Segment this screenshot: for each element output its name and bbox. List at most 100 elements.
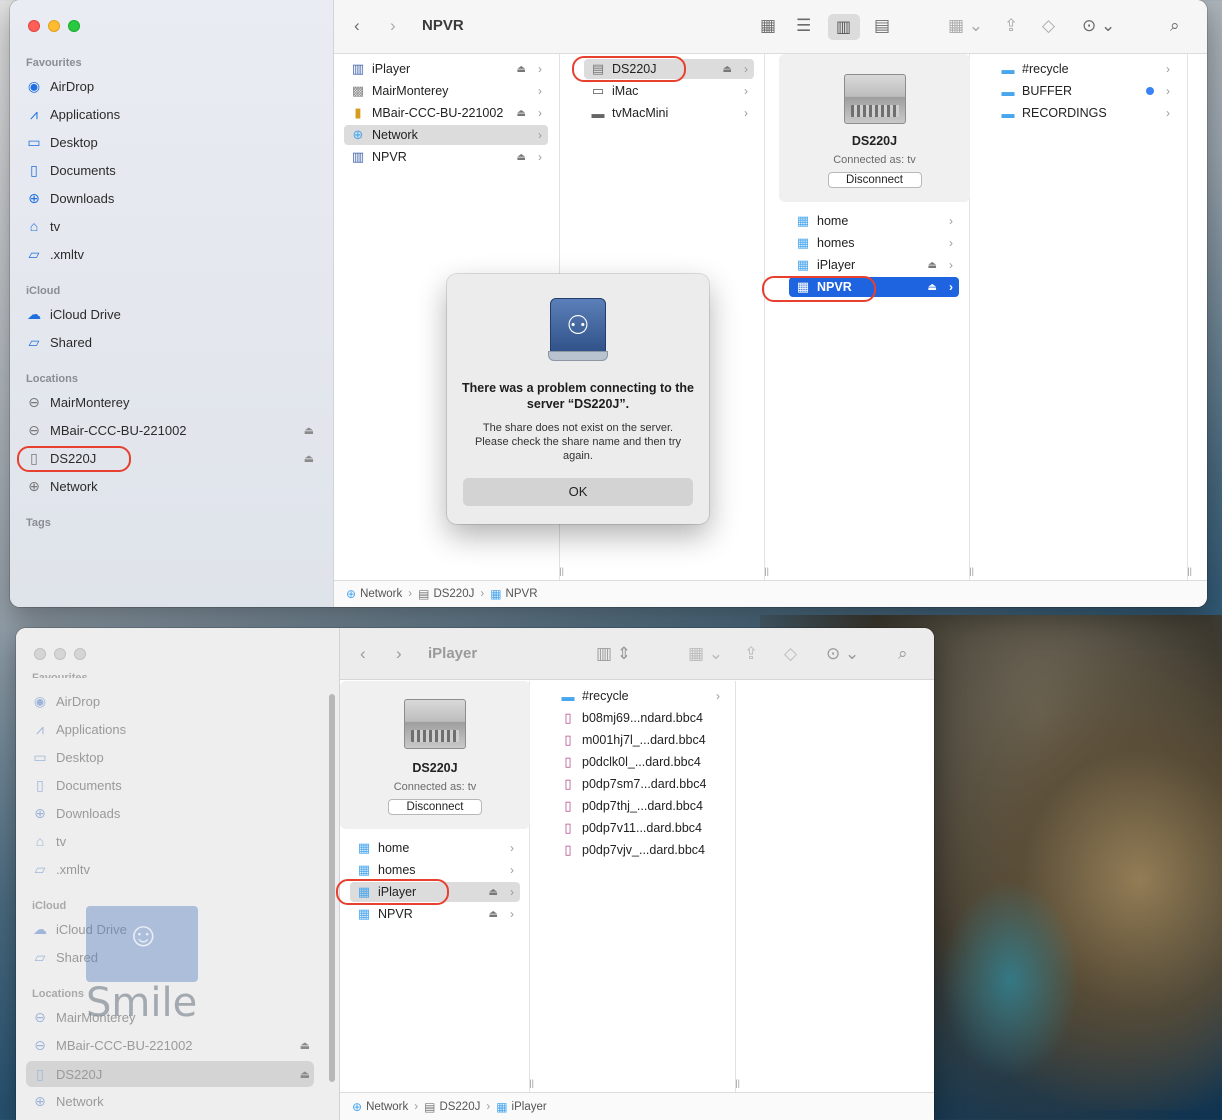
sidebar-item-mbair[interactable]: ⊖ MBair-CCC-BU-221002 ⏏ <box>32 1033 324 1057</box>
list-item-mbair[interactable]: ▮ MBair-CCC-BU-221002 ⏏ › <box>344 103 548 123</box>
minimize-button[interactable] <box>54 648 66 660</box>
search-icon[interactable]: ⌕ <box>898 644 908 664</box>
eject-icon[interactable]: ⏏ <box>304 424 314 437</box>
list-item-iplayer[interactable]: ▦ iPlayer ⏏ › <box>789 255 959 275</box>
list-item-imac[interactable]: ▭ iMac › <box>584 81 754 101</box>
column-view-button[interactable]: ▥ <box>828 14 860 40</box>
eject-icon[interactable]: ⏏ <box>517 108 526 119</box>
list-item-file[interactable]: ▯ b08mj69...ndard.bbc4 <box>554 708 726 728</box>
sidebar-item-network[interactable]: ⊕ Network <box>32 1089 324 1113</box>
list-item-file[interactable]: ▯ p0dp7vjv_...dard.bbc4 <box>554 840 726 860</box>
eject-icon[interactable]: ⏏ <box>489 887 498 898</box>
list-item-file[interactable]: ▯ m001hj7l_...dard.bbc4 <box>554 730 726 750</box>
sidebar-item-tv[interactable]: ⌂ tv <box>26 214 318 238</box>
sidebar-item-shared[interactable]: ▱ Shared <box>26 330 318 354</box>
eject-icon[interactable]: ⏏ <box>723 64 732 75</box>
sidebar-item-xmltv[interactable]: ▱ .xmltv <box>32 857 324 881</box>
path-segment[interactable]: Network <box>366 1101 408 1113</box>
sidebar-item-network[interactable]: ⊕ Network <box>26 474 318 498</box>
list-item-recycle[interactable]: ▬ #recycle › <box>554 686 726 706</box>
path-segment[interactable]: DS220J <box>433 588 474 600</box>
column-resize-handle[interactable]: || <box>559 566 564 576</box>
eject-icon[interactable]: ⏏ <box>517 64 526 75</box>
eject-icon[interactable]: ⏏ <box>300 1068 310 1081</box>
list-item-file[interactable]: ▯ p0dp7thj_...dard.bbc4 <box>554 796 726 816</box>
back-chevron-icon[interactable]: ‹ <box>354 16 360 36</box>
list-item-homes[interactable]: ▦ homes › <box>789 233 959 253</box>
column-resize-handle[interactable]: || <box>1187 566 1192 576</box>
list-item-file[interactable]: ▯ p0dp7v11...dard.bbc4 <box>554 818 726 838</box>
list-item-network[interactable]: ⊕ Network › <box>344 125 548 145</box>
list-item-iplayer[interactable]: ▦ iPlayer ⏏ › <box>350 882 520 902</box>
list-item-home[interactable]: ▦ home › <box>789 211 959 231</box>
sidebar-scrollbar[interactable] <box>329 694 335 1082</box>
sidebar-item-icloud-drive[interactable]: ☁ iCloud Drive <box>26 302 318 326</box>
disconnect-button[interactable]: Disconnect <box>388 799 482 815</box>
zoom-button[interactable] <box>68 20 80 32</box>
path-segment[interactable]: NPVR <box>506 588 538 600</box>
sidebar-item-downloads[interactable]: ⊕ Downloads <box>32 801 324 825</box>
list-item-recycle[interactable]: ▬ #recycle › <box>994 59 1176 79</box>
list-item-mairmonterey[interactable]: ▩ MairMonterey › <box>344 81 548 101</box>
disconnect-button[interactable]: Disconnect <box>827 172 922 188</box>
minimize-button[interactable] <box>48 20 60 32</box>
eject-icon[interactable]: ⏏ <box>517 152 526 163</box>
search-icon[interactable]: ⌕ <box>1170 16 1180 36</box>
column-resize-handle[interactable]: || <box>735 1078 740 1088</box>
list-item-recordings[interactable]: ▬ RECORDINGS › <box>994 103 1176 123</box>
eject-icon[interactable]: ⏏ <box>489 909 498 920</box>
sidebar-item-documents[interactable]: ▯ Documents <box>26 158 318 182</box>
more-actions-icon[interactable]: ⊙ ⌄ <box>1082 16 1115 36</box>
sidebar-item-applications[interactable]: ⩘ Applications <box>26 102 318 126</box>
list-item-npvr[interactable]: ▥ NPVR ⏏ › <box>344 147 548 167</box>
list-item-homes[interactable]: ▦ homes › <box>350 860 520 880</box>
column-resize-handle[interactable]: || <box>529 1078 534 1088</box>
list-item-file[interactable]: ▯ p0dclk0l_...dard.bbc4 <box>554 752 726 772</box>
share-icon[interactable]: ⇪ <box>744 644 758 664</box>
eject-icon[interactable]: ⏏ <box>304 452 314 465</box>
path-segment[interactable]: DS220J <box>439 1101 480 1113</box>
sidebar-item-mbair[interactable]: ⊖ MBair-CCC-BU-221002 ⏏ <box>26 418 318 442</box>
ok-button[interactable]: OK <box>463 478 693 506</box>
column-resize-handle[interactable]: || <box>764 566 769 576</box>
gallery-view-icon[interactable]: ▤ <box>874 16 890 36</box>
forward-chevron-icon[interactable]: › <box>396 644 402 664</box>
more-actions-icon[interactable]: ⊙ ⌄ <box>826 644 859 664</box>
icon-view-icon[interactable]: ▦ <box>760 16 776 36</box>
list-item-npvr[interactable]: ▦ NPVR ⏏ › <box>350 904 520 924</box>
tag-icon[interactable]: ◇ <box>784 644 797 664</box>
back-chevron-icon[interactable]: ‹ <box>360 644 366 664</box>
list-item-iplayer[interactable]: ▥ iPlayer ⏏ › <box>344 59 548 79</box>
list-item-ds220j[interactable]: ▤ DS220J ⏏ › <box>584 59 754 79</box>
sidebar-item-documents[interactable]: ▯ Documents <box>32 773 324 797</box>
list-item-home[interactable]: ▦ home › <box>350 838 520 858</box>
list-item-file[interactable]: ▯ p0dp7sm7...dard.bbc4 <box>554 774 726 794</box>
sidebar-item-desktop[interactable]: ▭ Desktop <box>26 130 318 154</box>
sidebar-item-ds220j[interactable]: ▯ DS220J ⏏ <box>26 446 318 470</box>
list-view-icon[interactable]: ☰ <box>796 16 811 36</box>
eject-icon[interactable]: ⏏ <box>300 1039 310 1052</box>
sidebar-item-tv[interactable]: ⌂ tv <box>32 829 324 853</box>
column-view-icon[interactable]: ▥ ⇕ <box>596 644 631 664</box>
path-segment[interactable]: Network <box>360 588 402 600</box>
group-icon[interactable]: ▦ ⌄ <box>948 16 983 36</box>
share-icon[interactable]: ⇪ <box>1004 16 1018 36</box>
sidebar-item-mairmonterey[interactable]: ⊖ MairMonterey <box>26 390 318 414</box>
list-item-buffer[interactable]: ▬ BUFFER › <box>994 81 1176 101</box>
close-button[interactable] <box>28 20 40 32</box>
eject-icon[interactable]: ⏏ <box>928 260 937 271</box>
sidebar-item-airdrop[interactable]: ◉ AirDrop <box>32 689 324 713</box>
sidebar-item-downloads[interactable]: ⊕ Downloads <box>26 186 318 210</box>
tag-icon[interactable]: ◇ <box>1042 16 1055 36</box>
zoom-button[interactable] <box>74 648 86 660</box>
column-resize-handle[interactable]: || <box>969 566 974 576</box>
list-item-tvmacmini[interactable]: ▬ tvMacMini › <box>584 103 754 123</box>
sidebar-item-airdrop[interactable]: ◉ AirDrop <box>26 74 318 98</box>
sidebar-item-desktop[interactable]: ▭ Desktop <box>32 745 324 769</box>
list-item-npvr[interactable]: ▦ NPVR ⏏ › <box>789 277 959 297</box>
sidebar-item-ds220j[interactable]: ▯ DS220J ⏏ <box>26 1061 314 1087</box>
close-button[interactable] <box>34 648 46 660</box>
forward-chevron-icon[interactable]: › <box>390 16 396 36</box>
sidebar-item-xmltv[interactable]: ▱ .xmltv <box>26 242 318 266</box>
eject-icon[interactable]: ⏏ <box>928 282 937 293</box>
